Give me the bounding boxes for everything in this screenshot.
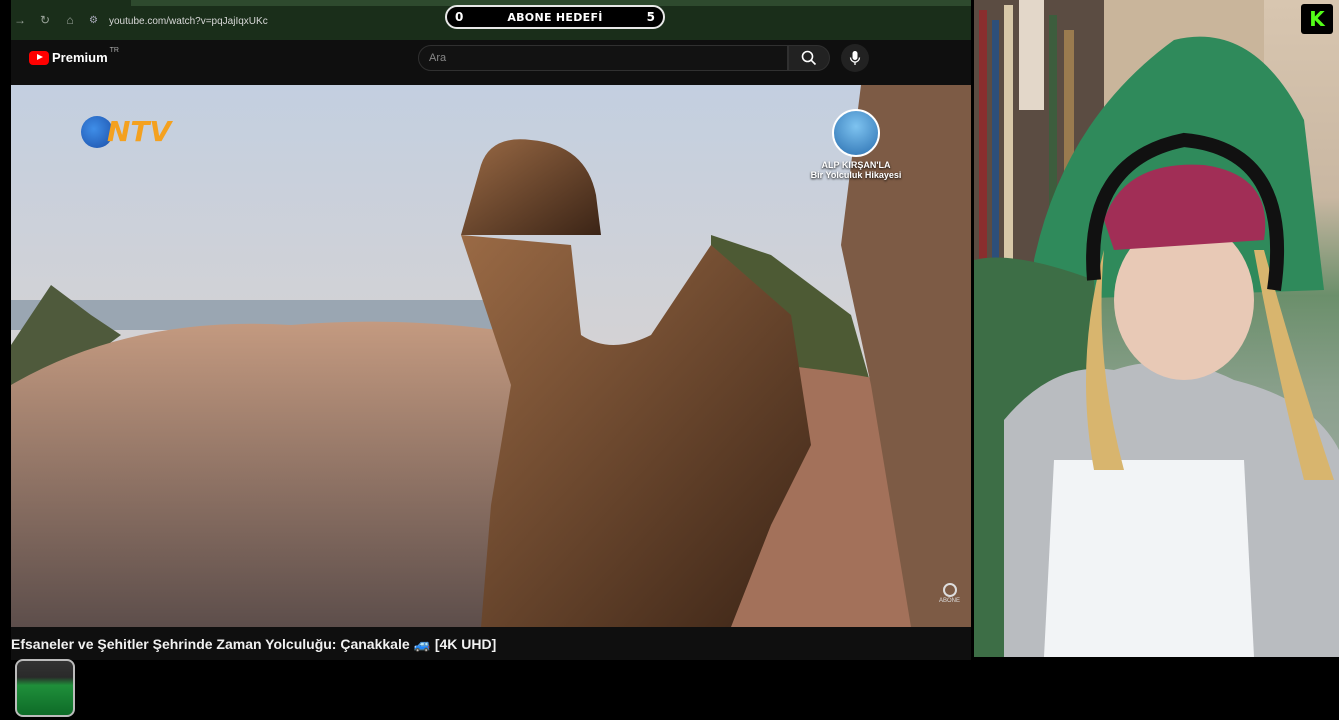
forward-icon[interactable]: → xyxy=(13,13,27,27)
youtube-logo[interactable]: Premium TR xyxy=(29,47,119,65)
ntv-logo-text: NTV xyxy=(107,115,172,148)
webcam-image xyxy=(974,0,1339,657)
channel-logo xyxy=(832,109,880,157)
kick-logo-text: K xyxy=(1309,7,1325,31)
kick-logo: K xyxy=(1301,4,1333,34)
voice-search-button[interactable] xyxy=(841,44,869,72)
microphone-icon xyxy=(849,51,861,65)
subscribe-watermark[interactable]: ABONE xyxy=(939,583,960,604)
youtube-header: Premium TR xyxy=(11,40,971,84)
site-settings-icon[interactable]: ⚙ xyxy=(89,15,101,27)
youtube-brand-text: Premium xyxy=(52,50,108,65)
video-title: Efsaneler ve Şehitler Şehrinde Zaman Yol… xyxy=(11,636,497,652)
reload-icon[interactable]: ↻ xyxy=(38,13,52,27)
channel-watermark: ALP KIRŞAN'LA Bir Yolculuk Hikayesi xyxy=(806,109,906,180)
region-code: TR xyxy=(109,47,119,54)
url-text[interactable]: youtube.com/watch?v=pqJajIqxUKc xyxy=(109,16,268,27)
subscribe-icon xyxy=(942,583,957,597)
search-input[interactable] xyxy=(419,46,787,70)
subscriber-goal-bar: 0 ABONE HEDEFİ 5 xyxy=(445,5,665,29)
search-button[interactable] xyxy=(788,45,830,71)
browser-window: → ↻ ⌂ ⚙ youtube.com/watch?v=pqJajIqxUKc … xyxy=(11,0,971,660)
ntv-logo: NTV xyxy=(81,115,171,148)
goal-title: ABONE HEDEFİ xyxy=(507,10,603,24)
tip-jar-widget xyxy=(15,659,75,717)
search-box[interactable] xyxy=(418,45,788,71)
address-bar[interactable]: ⚙ youtube.com/watch?v=pqJajIqxUKc xyxy=(89,11,268,31)
channel-subtitle: Bir Yolculuk Hikayesi xyxy=(810,170,902,180)
video-player[interactable]: NTV ALP KIRŞAN'LA Bir Yolculuk Hikayesi … xyxy=(11,85,971,627)
goal-current: 0 xyxy=(455,10,464,24)
channel-name: ALP KIRŞAN'LA xyxy=(821,160,891,170)
goal-target: 5 xyxy=(646,10,655,24)
webcam-feed xyxy=(974,0,1339,657)
search-icon xyxy=(801,50,817,66)
youtube-play-icon xyxy=(29,50,49,65)
subscribe-watermark-label: ABONE xyxy=(939,598,961,604)
stream-layout: → ↻ ⌂ ⚙ youtube.com/watch?v=pqJajIqxUKc … xyxy=(0,0,1339,720)
home-icon[interactable]: ⌂ xyxy=(63,13,77,27)
